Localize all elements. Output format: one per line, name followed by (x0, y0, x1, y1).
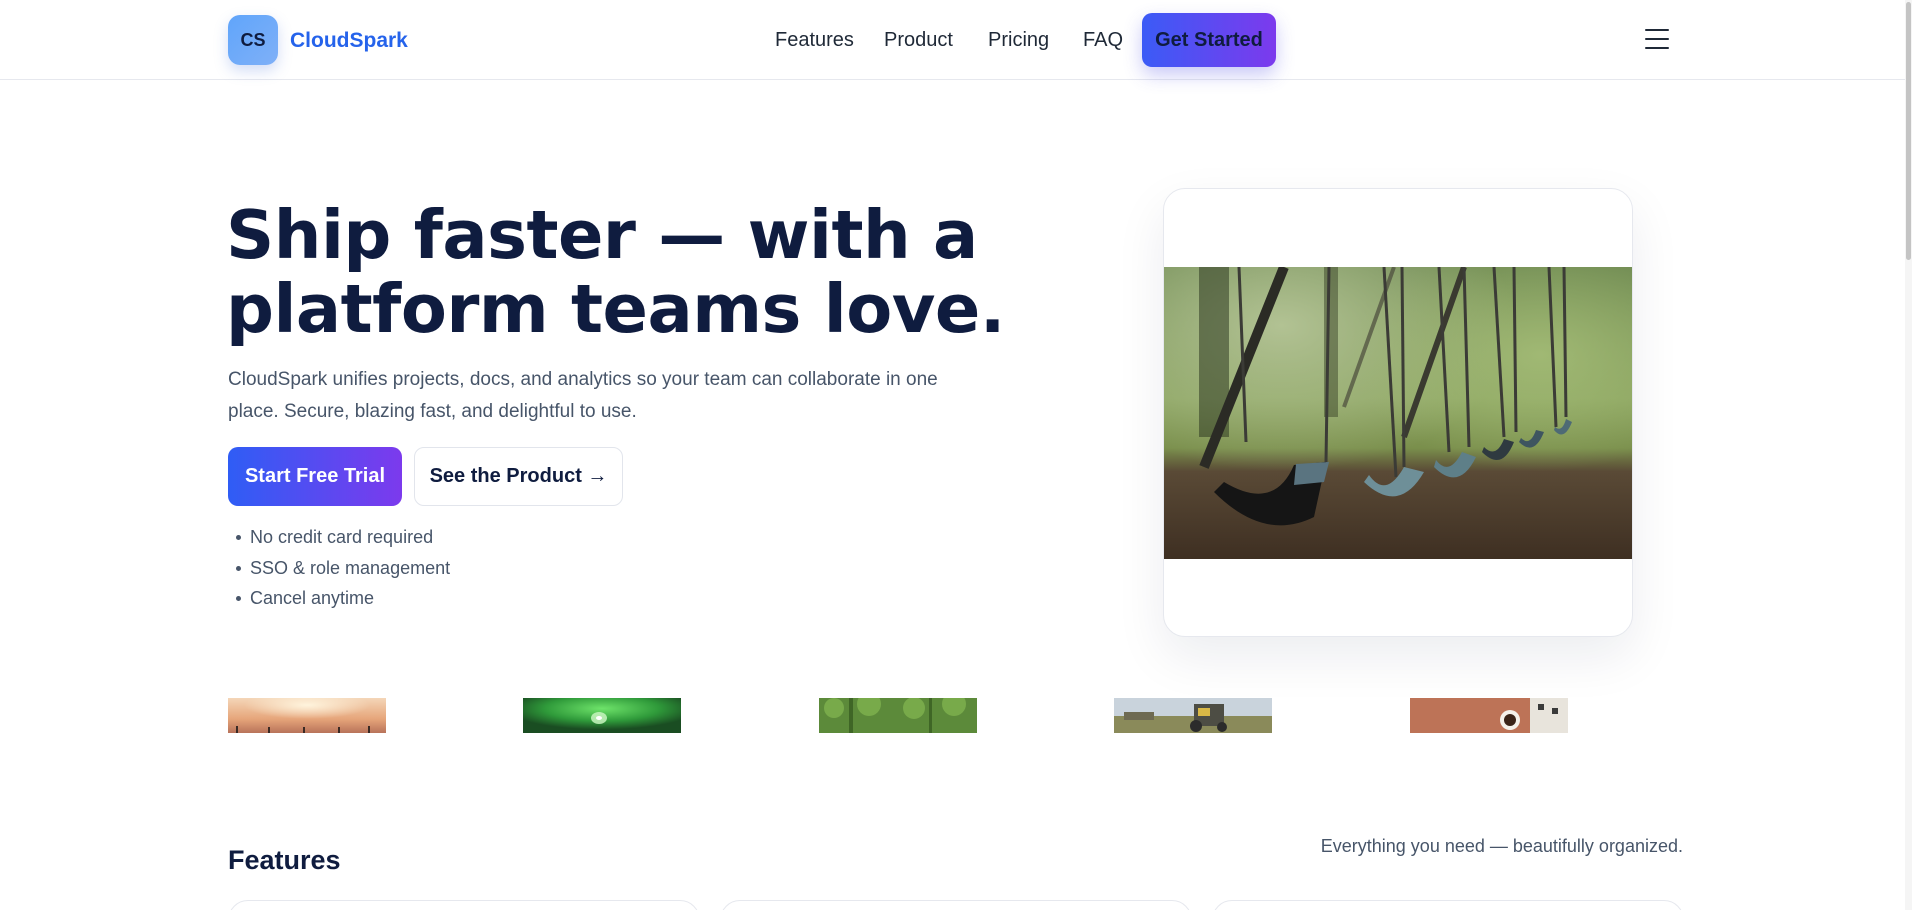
see-product-button[interactable]: See the Product → (414, 447, 623, 506)
hero-benefits-list: No credit card required SSO & role manag… (228, 522, 450, 614)
nav-link-pricing[interactable]: Pricing (988, 29, 1049, 52)
scrollbar-thumb[interactable] (1906, 2, 1911, 260)
hamburger-menu-icon[interactable] (1645, 29, 1669, 49)
logo-badge[interactable]: CS (228, 15, 278, 65)
thumbnail-sunset-image[interactable] (228, 698, 386, 733)
thumbnail-field-tractor-image[interactable] (1114, 698, 1272, 733)
hero-title-line-1: Ship faster — with a (226, 196, 978, 274)
get-started-button[interactable]: Get Started (1142, 13, 1276, 67)
features-tagline: Everything you need — beautifully organi… (1320, 836, 1683, 856)
thumbnail-green-leaf-image[interactable] (523, 698, 681, 733)
hero-title-line-2: platform teams love. (226, 270, 1005, 348)
thumbnail-forest-image[interactable] (819, 698, 977, 733)
nav-link-faq[interactable]: FAQ (1083, 29, 1123, 52)
list-item: SSO & role management (228, 553, 450, 584)
list-item: No credit card required (228, 522, 450, 553)
hero-title: Ship faster — with a platform teams love… (226, 198, 1026, 346)
playground-swings-image (1164, 267, 1632, 559)
start-free-trial-button[interactable]: Start Free Trial (228, 447, 402, 506)
site-header: CS CloudSpark Features Product Pricing F… (0, 0, 1912, 80)
brand-name[interactable]: CloudSpark (290, 29, 408, 53)
list-item: Cancel anytime (228, 583, 450, 614)
feature-card[interactable] (1212, 900, 1684, 910)
hero-image-card (1163, 188, 1633, 637)
features-heading: Features (228, 845, 341, 875)
nav-link-product[interactable]: Product (884, 29, 953, 52)
thumbnail-coffee-table-image[interactable] (1410, 698, 1568, 733)
nav-link-features[interactable]: Features (775, 29, 854, 52)
hero-subtitle: CloudSpark unifies projects, docs, and a… (228, 369, 938, 422)
feature-card[interactable] (228, 900, 700, 910)
feature-card[interactable] (720, 900, 1192, 910)
